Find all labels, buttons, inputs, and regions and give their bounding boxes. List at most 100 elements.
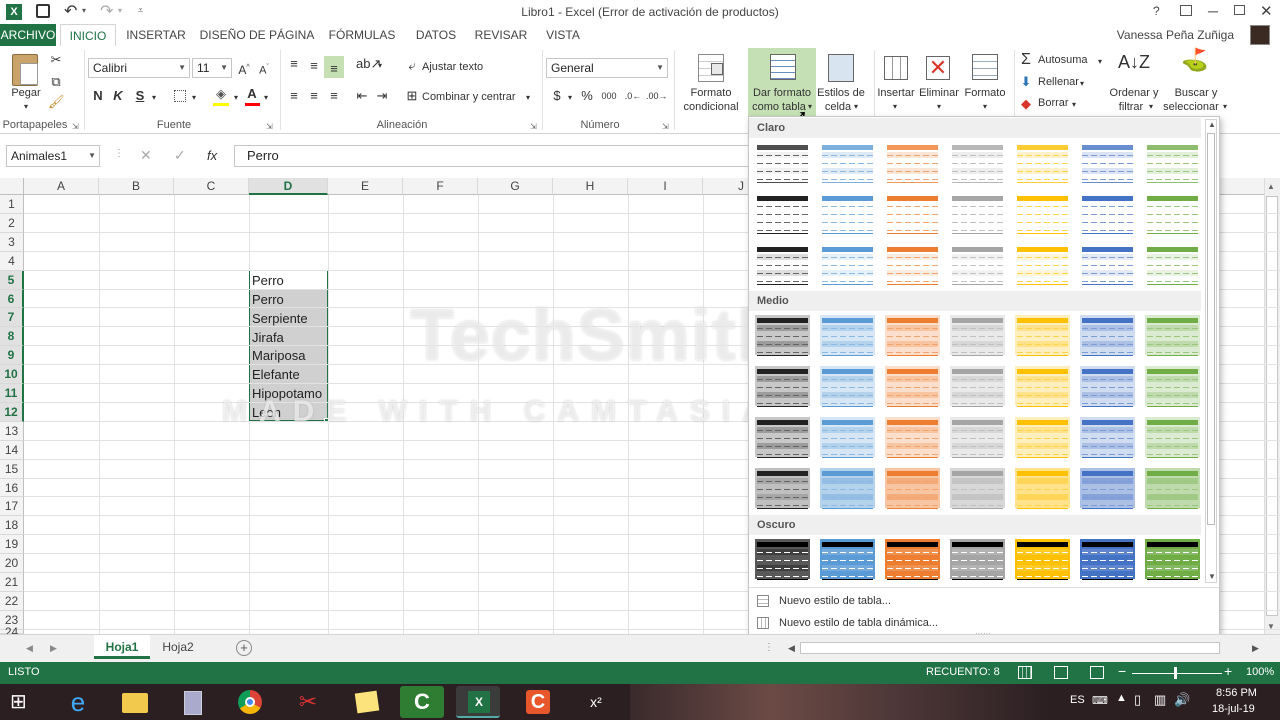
app-icon[interactable]: x² (574, 686, 618, 718)
paste-dropdown-icon[interactable]: ▾ (20, 100, 32, 114)
clear-dropdown-icon[interactable]: ▾ (1070, 97, 1078, 113)
font-name-combo[interactable]: Calibri ▼ (88, 58, 190, 78)
insert-function-button[interactable]: fx (207, 148, 217, 163)
table-style-light-1-7[interactable] (1144, 141, 1201, 183)
alignment-launcher-icon[interactable]: ⇲ (530, 122, 537, 131)
table-style-medium-4-4[interactable] (949, 467, 1006, 509)
autosum-dropdown-icon[interactable]: ▾ (1096, 54, 1104, 70)
sheet-prev-icon[interactable]: ◀ (26, 643, 33, 654)
row-header[interactable]: 8 (0, 327, 24, 346)
insert-cells-icon[interactable] (884, 56, 908, 80)
save-icon[interactable] (36, 4, 50, 18)
network-icon[interactable]: ▥ (1154, 692, 1166, 708)
align-top-icon[interactable]: ≡ (286, 56, 302, 72)
conditional-format-label-1[interactable]: Formato (676, 86, 746, 100)
help-button[interactable]: ? (1153, 4, 1160, 18)
minimize-button[interactable]: ─ (1208, 3, 1218, 19)
column-header-i[interactable]: I (628, 178, 703, 195)
zoom-level[interactable]: 100% (1246, 666, 1274, 678)
decrease-indent-icon[interactable]: ⇤ (354, 88, 370, 104)
row-header[interactable]: 17 (0, 497, 24, 516)
add-sheet-icon[interactable]: + (236, 640, 252, 656)
cell-styles-icon[interactable] (828, 54, 854, 82)
fill-dropdown-icon[interactable]: ▾ (1078, 76, 1086, 92)
table-style-light-2-1[interactable] (754, 192, 811, 234)
redo-dropdown-icon[interactable]: ▾ (118, 6, 122, 15)
table-style-light-2-5[interactable] (1014, 192, 1071, 234)
insert-cells-button[interactable]: Insertar (872, 86, 920, 100)
chevron-down-icon[interactable]: ▾ (980, 100, 990, 114)
tab-revisar[interactable]: REVISAR (470, 24, 532, 46)
scroll-up-icon[interactable]: ▲ (1267, 182, 1275, 191)
row-header[interactable]: 4 (0, 252, 24, 271)
fill-down-icon[interactable]: ⬇ (1018, 74, 1034, 90)
column-header-g[interactable]: G (478, 178, 553, 195)
clear-button[interactable]: Borrar (1038, 97, 1069, 109)
table-style-medium-2-6[interactable] (1079, 365, 1136, 407)
tab-datos[interactable]: DATOS (408, 24, 464, 46)
align-middle-icon[interactable]: ≡ (306, 58, 322, 74)
table-style-medium-1-4[interactable] (949, 314, 1006, 356)
row-header[interactable]: 12 (0, 403, 24, 422)
table-style-medium-1-6[interactable] (1079, 314, 1136, 356)
row-header[interactable]: 21 (0, 573, 24, 592)
table-style-medium-2-1[interactable] (754, 365, 811, 407)
merge-center-icon[interactable]: ⊞ (404, 88, 420, 104)
decrease-decimal-icon[interactable]: .00→ (646, 88, 668, 104)
row-header[interactable]: 15 (0, 460, 24, 479)
column-header-b[interactable]: B (99, 178, 174, 195)
find-select-label-1[interactable]: Buscar y (1164, 86, 1228, 100)
sticky-notes-icon[interactable] (344, 686, 388, 718)
percent-button[interactable]: % (580, 88, 594, 104)
power-icon[interactable]: ▯ (1134, 692, 1141, 708)
tab-hoja2[interactable]: Hoja2 (152, 635, 204, 659)
table-style-light-1-6[interactable] (1079, 141, 1136, 183)
avatar[interactable] (1250, 25, 1270, 45)
align-right-icon[interactable]: ≡ (326, 88, 342, 104)
close-button[interactable]: ✕ (1260, 2, 1273, 20)
clipboard-launcher-icon[interactable]: ⇲ (72, 122, 79, 131)
horizontal-scrollbar[interactable] (800, 642, 1220, 654)
user-name[interactable]: Vanessa Peña Zuñiga (1100, 28, 1234, 42)
table-style-light-2-3[interactable] (884, 192, 941, 234)
tab-diseno-pagina[interactable]: DISEÑO DE PÁGINA (198, 24, 316, 46)
table-style-light-1-4[interactable] (949, 141, 1006, 183)
table-style-medium-2-4[interactable] (949, 365, 1006, 407)
column-header-d[interactable]: D (249, 178, 328, 195)
chevron-down-icon[interactable]: ▾ (934, 100, 944, 114)
cell-d9[interactable]: Mariposa (250, 346, 327, 365)
table-style-medium-4-7[interactable] (1144, 467, 1201, 509)
cut-icon[interactable]: ✂ (48, 52, 64, 68)
table-style-light-3-4[interactable] (949, 243, 1006, 285)
table-style-medium-3-7[interactable] (1144, 416, 1201, 458)
align-center-icon[interactable]: ≡ (306, 88, 322, 104)
restore-button[interactable] (1234, 5, 1245, 15)
row-header[interactable]: 18 (0, 516, 24, 535)
shrink-font-icon[interactable]: Aˇ (256, 60, 272, 79)
table-style-dark-1-5[interactable] (1014, 538, 1071, 580)
gallery-scroll-up-icon[interactable]: ▲ (1208, 120, 1216, 129)
table-style-light-3-3[interactable] (884, 243, 941, 285)
table-style-light-1-5[interactable] (1014, 141, 1071, 183)
table-style-medium-2-5[interactable] (1014, 365, 1071, 407)
delete-cells-button[interactable]: Eliminar (914, 86, 964, 100)
file-explorer-icon[interactable] (112, 686, 156, 718)
table-style-medium-1-2[interactable] (819, 314, 876, 356)
number-launcher-icon[interactable]: ⇲ (662, 122, 669, 131)
gallery-scroll-thumb[interactable] (1207, 133, 1215, 525)
row-header[interactable]: 7 (0, 308, 24, 327)
formula-input[interactable]: Perro (234, 145, 748, 167)
row-header[interactable]: 5 (0, 271, 24, 290)
chevron-down-icon[interactable]: ▾ (1146, 100, 1156, 114)
table-style-dark-1-6[interactable] (1079, 538, 1136, 580)
row-header[interactable]: 1 (0, 195, 24, 214)
underline-button[interactable]: S (132, 88, 148, 104)
format-painter-icon[interactable]: 🖌 (48, 94, 65, 110)
italic-button[interactable]: K (110, 88, 126, 104)
customize-qat-icon[interactable]: ⩡ (138, 5, 143, 16)
table-style-medium-4-5[interactable] (1014, 467, 1071, 509)
table-style-light-3-2[interactable] (819, 243, 876, 285)
format-cells-button[interactable]: Formato (960, 86, 1010, 100)
row-header[interactable]: 20 (0, 554, 24, 573)
font-color-icon[interactable]: A (244, 86, 260, 102)
